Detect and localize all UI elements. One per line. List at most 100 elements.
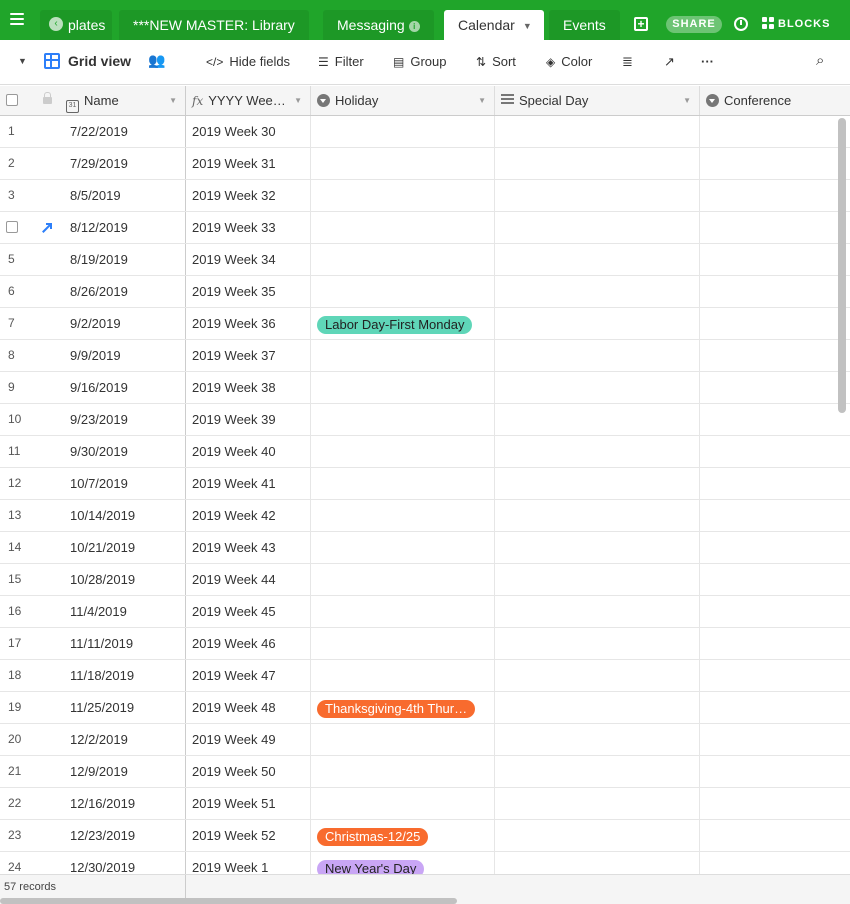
cell-conference[interactable] — [700, 564, 850, 595]
table-row[interactable]: 23 12/23/2019 2019 Week 52 Christmas-12/25 — [0, 820, 850, 852]
menu-icon[interactable] — [10, 13, 24, 25]
horizontal-scrollbar[interactable] — [0, 898, 457, 904]
cell-conference[interactable] — [700, 244, 850, 275]
table-row[interactable]: 10 9/23/2019 2019 Week 39 — [0, 404, 850, 436]
cell-week[interactable]: 2019 Week 52 — [186, 820, 311, 851]
cell-special-day[interactable] — [495, 244, 700, 275]
cell-holiday[interactable] — [311, 660, 495, 691]
chevron-down-icon[interactable]: ▼ — [169, 86, 177, 115]
cell-name[interactable]: 8/12/2019 — [60, 212, 186, 243]
cell-week[interactable]: 2019 Week 31 — [186, 148, 311, 179]
cell-name[interactable]: 9/16/2019 — [60, 372, 186, 403]
cell-conference[interactable] — [700, 852, 850, 874]
cell-week[interactable]: 2019 Week 51 — [186, 788, 311, 819]
share-button[interactable]: SHARE — [666, 16, 722, 33]
table-row[interactable]: 15 10/28/2019 2019 Week 44 — [0, 564, 850, 596]
hide-fields-button[interactable]: </> Hide fields — [206, 54, 290, 69]
column-header-conference[interactable]: Conference — [700, 86, 850, 115]
cell-holiday[interactable] — [311, 372, 495, 403]
cell-week[interactable]: 2019 Week 36 — [186, 308, 311, 339]
cell-week[interactable]: 2019 Week 44 — [186, 564, 311, 595]
cell-holiday[interactable] — [311, 276, 495, 307]
cell-name[interactable]: 12/16/2019 — [60, 788, 186, 819]
sort-button[interactable]: ⇅ Sort — [476, 54, 516, 69]
cell-special-day[interactable] — [495, 116, 700, 147]
cell-holiday[interactable] — [311, 212, 495, 243]
cell-special-day[interactable] — [495, 852, 700, 874]
cell-name[interactable]: 10/28/2019 — [60, 564, 186, 595]
cell-holiday[interactable] — [311, 244, 495, 275]
cell-holiday[interactable] — [311, 788, 495, 819]
color-button[interactable]: ◈ Color — [546, 54, 592, 69]
table-row[interactable]: 8 9/9/2019 2019 Week 37 — [0, 340, 850, 372]
cell-special-day[interactable] — [495, 468, 700, 499]
tab-messaging[interactable]: Messaging i — [323, 10, 434, 40]
cell-conference[interactable] — [700, 436, 850, 467]
cell-special-day[interactable] — [495, 532, 700, 563]
cell-name[interactable]: 10/7/2019 — [60, 468, 186, 499]
table-row[interactable]: 17 11/11/2019 2019 Week 46 — [0, 628, 850, 660]
cell-week[interactable]: 2019 Week 34 — [186, 244, 311, 275]
cell-week[interactable]: 2019 Week 1 — [186, 852, 311, 874]
chevron-down-icon[interactable]: ▼ — [683, 86, 691, 115]
row-checkbox[interactable] — [6, 221, 18, 233]
column-header-special-day[interactable]: Special Day ▼ — [495, 86, 700, 115]
group-button[interactable]: ▤ Group — [393, 54, 446, 69]
cell-week[interactable]: 2019 Week 43 — [186, 532, 311, 563]
table-row[interactable]: 20 12/2/2019 2019 Week 49 — [0, 724, 850, 756]
table-row[interactable]: 22 12/16/2019 2019 Week 51 — [0, 788, 850, 820]
cell-special-day[interactable] — [495, 340, 700, 371]
table-row[interactable]: 13 10/14/2019 2019 Week 42 — [0, 500, 850, 532]
sidebar-toggle-icon[interactable]: ▼ — [18, 56, 27, 66]
chevron-down-icon[interactable]: ▼ — [523, 11, 532, 41]
cell-conference[interactable] — [700, 308, 850, 339]
cell-conference[interactable] — [700, 692, 850, 723]
cell-holiday[interactable]: Labor Day-First Monday — [311, 308, 495, 339]
cell-conference[interactable] — [700, 820, 850, 851]
cell-special-day[interactable] — [495, 148, 700, 179]
table-row[interactable]: 6 8/26/2019 2019 Week 35 — [0, 276, 850, 308]
history-icon[interactable] — [734, 17, 748, 31]
cell-special-day[interactable] — [495, 372, 700, 403]
row-height-icon[interactable]: ≣ — [622, 54, 633, 70]
cell-special-day[interactable] — [495, 308, 700, 339]
table-row[interactable]: 11 9/30/2019 2019 Week 40 — [0, 436, 850, 468]
view-switcher[interactable]: Grid view — [44, 53, 131, 69]
cell-name[interactable]: 10/14/2019 — [60, 500, 186, 531]
cell-special-day[interactable] — [495, 692, 700, 723]
cell-week[interactable]: 2019 Week 39 — [186, 404, 311, 435]
table-row[interactable]: 14 10/21/2019 2019 Week 43 — [0, 532, 850, 564]
table-row[interactable]: 19 11/25/2019 2019 Week 48 Thanksgiving-4th… — [0, 692, 850, 724]
cell-name[interactable]: 11/11/2019 — [60, 628, 186, 659]
cell-conference[interactable] — [700, 340, 850, 371]
cell-week[interactable]: 2019 Week 38 — [186, 372, 311, 403]
cell-holiday[interactable]: Christmas-12/25 — [311, 820, 495, 851]
cell-name[interactable]: 12/23/2019 — [60, 820, 186, 851]
cell-week[interactable]: 2019 Week 50 — [186, 756, 311, 787]
cell-conference[interactable] — [700, 180, 850, 211]
cell-special-day[interactable] — [495, 596, 700, 627]
cell-week[interactable]: 2019 Week 48 — [186, 692, 311, 723]
cell-name[interactable]: 11/4/2019 — [60, 596, 186, 627]
cell-conference[interactable] — [700, 276, 850, 307]
cell-holiday[interactable]: Thanksgiving-4th Thur… — [311, 692, 495, 723]
cell-special-day[interactable] — [495, 180, 700, 211]
cell-holiday[interactable] — [311, 500, 495, 531]
cell-holiday[interactable] — [311, 468, 495, 499]
cell-conference[interactable] — [700, 628, 850, 659]
cell-holiday[interactable]: New Year's Day — [311, 852, 495, 874]
cell-conference[interactable] — [700, 724, 850, 755]
cell-special-day[interactable] — [495, 724, 700, 755]
blocks-button[interactable]: BLOCKS — [762, 17, 830, 30]
tab-calendar[interactable]: Calendar ▼ — [444, 10, 544, 40]
cell-conference[interactable] — [700, 372, 850, 403]
table-row[interactable]: 3 8/5/2019 2019 Week 32 — [0, 180, 850, 212]
table-row[interactable]: 18 11/18/2019 2019 Week 47 — [0, 660, 850, 692]
vertical-scrollbar[interactable] — [838, 118, 846, 413]
cell-holiday[interactable] — [311, 436, 495, 467]
cell-holiday[interactable] — [311, 596, 495, 627]
chevron-down-icon[interactable]: ▼ — [294, 86, 302, 115]
cell-holiday[interactable] — [311, 404, 495, 435]
cell-name[interactable]: 10/21/2019 — [60, 532, 186, 563]
cell-holiday[interactable] — [311, 180, 495, 211]
